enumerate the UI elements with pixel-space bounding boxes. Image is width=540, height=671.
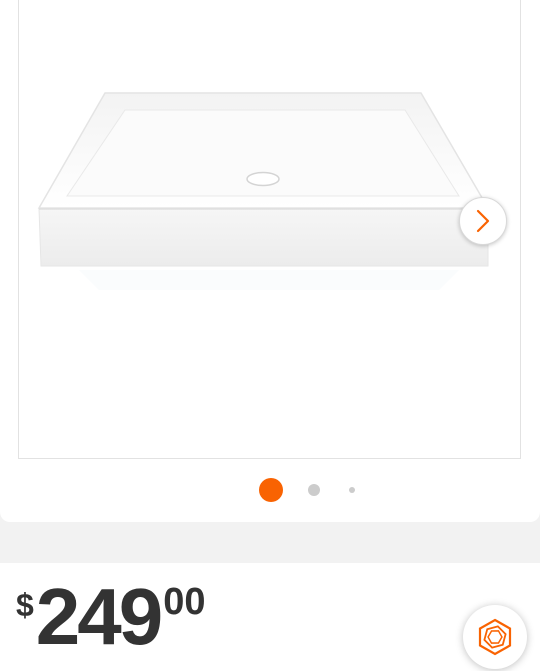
price-dollars: 249: [35, 572, 163, 661]
product-image: [37, 92, 490, 290]
pagination-dot-2[interactable]: [308, 484, 320, 496]
pagination-dot-1[interactable]: [259, 478, 283, 502]
assistant-button[interactable]: [463, 605, 527, 669]
next-image-button[interactable]: [459, 197, 507, 245]
product-gallery-card: [0, 0, 540, 522]
hexagon-logo-icon: [478, 618, 512, 656]
image-pagination: [0, 478, 540, 502]
price-cents: 00: [163, 581, 206, 623]
pagination-dot-3[interactable]: [349, 487, 355, 493]
price-currency-symbol: $: [16, 587, 34, 623]
price: $ 249 00: [16, 577, 206, 657]
chevron-right-icon: [476, 209, 490, 233]
price-section: $ 249 00: [0, 563, 540, 671]
product-image-frame[interactable]: [18, 0, 521, 459]
